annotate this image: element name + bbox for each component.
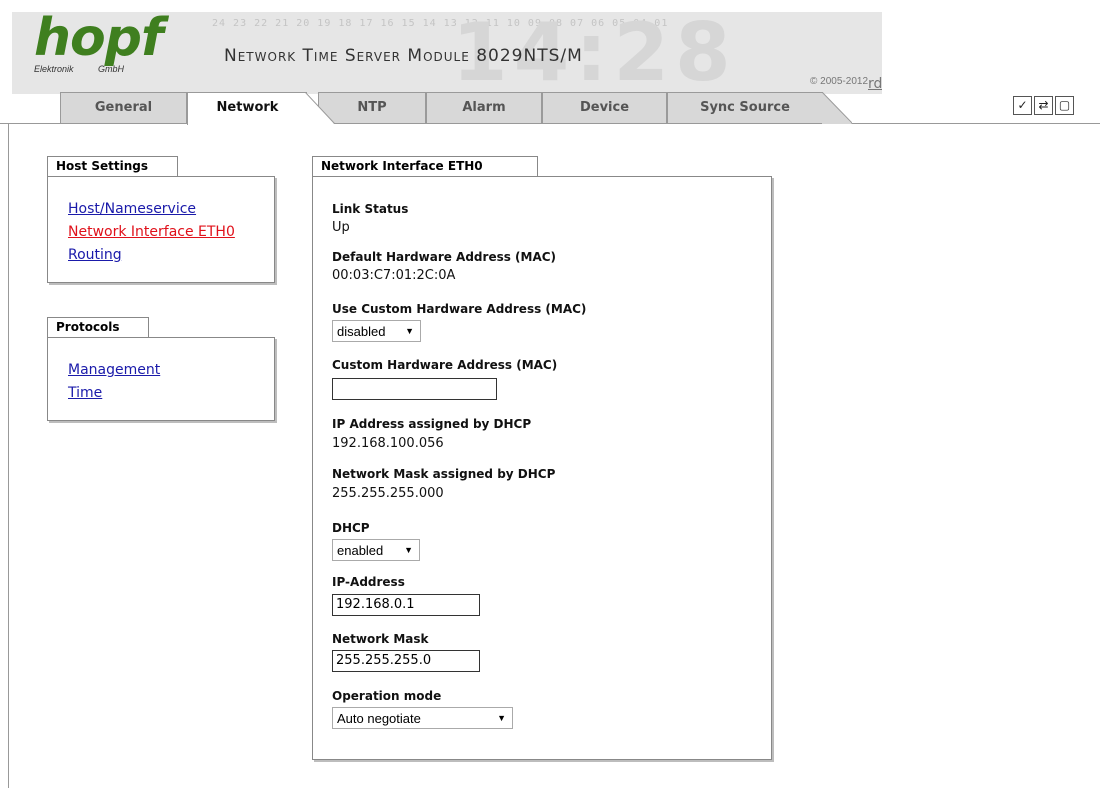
link-status-label: Link Status [332,202,409,216]
chevron-down-icon: ▼ [497,713,506,723]
copyright-text: © 2005-2012 [810,76,868,87]
tab-device[interactable]: Device [542,92,667,123]
copyright-link[interactable]: rdcs.eu [868,76,882,92]
dhcp-select-value: enabled [337,543,384,558]
dhcp-ip-label: IP Address assigned by DHCP [332,417,532,431]
page-title: Network Time Server Module 8029NTS/M [224,46,583,66]
tab-general[interactable]: General [60,92,187,123]
operation-mode-label: Operation mode [332,689,442,703]
protocols-panel: Management Time [47,337,275,421]
sidebar-link-time[interactable]: Time [68,385,102,401]
network-mask-label: Network Mask [332,632,429,646]
dhcp-label: DHCP [332,521,370,535]
dhcp-mask-label: Network Mask assigned by DHCP [332,467,556,481]
tab-bar: General Network NTP Alarm Device Sync So… [0,92,1100,125]
logo-wordmark: hopf [34,12,164,68]
toolbar: ✓ ⇄ ▢ [1013,96,1074,116]
dhcp-select[interactable]: enabled ▼ [332,539,420,561]
sidebar-link-host-nameservice[interactable]: Host/Nameservice [68,201,196,217]
link-status-value: Up [332,220,350,235]
host-settings-panel: Host/Nameservice Network Interface ETH0 … [47,176,275,283]
use-custom-mac-select-value: disabled [337,324,386,339]
custom-mac-label: Custom Hardware Address (MAC) [332,358,558,372]
save-icon[interactable]: ▢ [1055,96,1074,115]
content-area: Host Settings Host/Nameservice Network I… [8,124,1100,788]
header-banner: 24 23 22 21 20 19 18 17 16 15 14 13 12 1… [12,12,882,94]
sidebar-link-network-interface-eth0[interactable]: Network Interface ETH0 [68,224,235,240]
dhcp-mask-value: 255.255.255.000 [332,486,444,501]
tab-network[interactable]: Network [187,92,307,125]
tab-sync-source[interactable]: Sync Source [667,92,823,123]
operation-mode-select[interactable]: Auto negotiate ▼ [332,707,513,729]
ip-address-input[interactable]: 192.168.0.1 [332,594,480,616]
protocols-title: Protocols [47,317,149,337]
check-icon[interactable]: ✓ [1013,96,1032,115]
sidebar-link-routing[interactable]: Routing [68,247,122,263]
ip-address-label: IP-Address [332,575,405,589]
tab-network-slant [305,92,335,124]
host-settings-title: Host Settings [47,156,178,176]
chevron-down-icon: ▼ [405,326,414,336]
hopf-logo: hopf Elektronik GmbH [32,12,182,80]
tab-sync-source-slant [822,92,852,124]
form-title: Network Interface ETH0 [312,156,538,176]
refresh-icon[interactable]: ⇄ [1034,96,1053,115]
network-interface-form: Link Status Up Default Hardware Address … [312,176,772,760]
dhcp-ip-value: 192.168.100.056 [332,436,444,451]
logo-subtext-left: Elektronik [34,64,74,74]
use-custom-mac-label: Use Custom Hardware Address (MAC) [332,302,587,316]
copyright: © 2005-2012 rdcs.eu [810,76,882,92]
logo-subtext-right: GmbH [98,64,125,74]
default-mac-value: 00:03:C7:01:2C:0A [332,268,456,283]
operation-mode-select-value: Auto negotiate [337,711,421,726]
sidebar-link-management[interactable]: Management [68,362,160,378]
network-mask-input[interactable]: 255.255.255.0 [332,650,480,672]
default-mac-label: Default Hardware Address (MAC) [332,250,557,264]
chevron-down-icon: ▼ [404,545,413,555]
use-custom-mac-select[interactable]: disabled ▼ [332,320,421,342]
custom-mac-input[interactable] [332,378,497,400]
tab-alarm[interactable]: Alarm [426,92,542,123]
